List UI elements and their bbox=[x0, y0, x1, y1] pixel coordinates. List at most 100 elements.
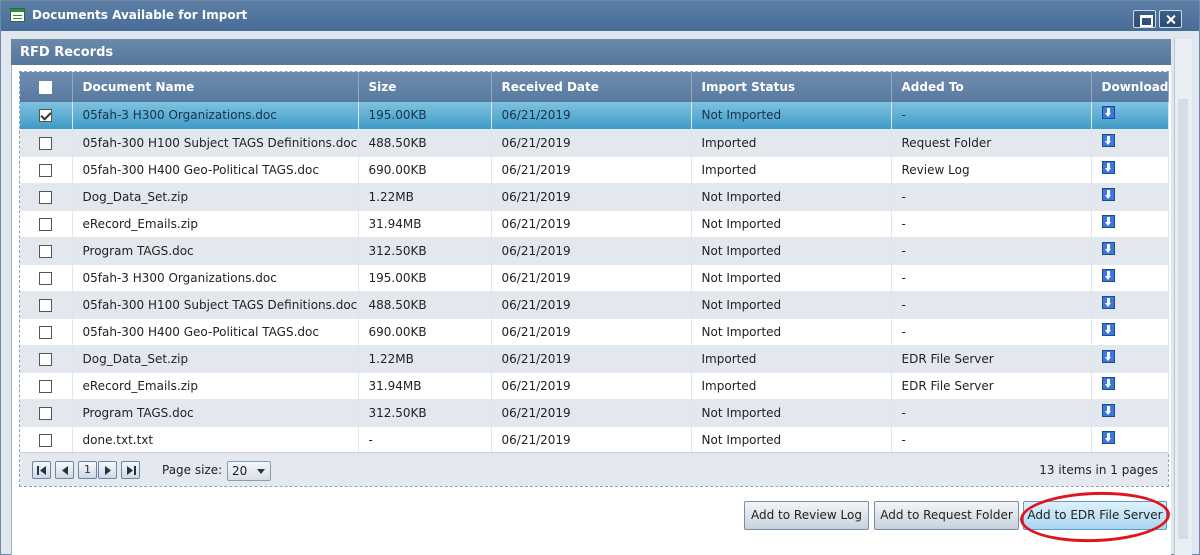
download-cell[interactable] bbox=[1091, 399, 1169, 427]
row-select-cell[interactable] bbox=[20, 399, 73, 427]
table-row[interactable]: Dog_Data_Set.zip 1.22MB 06/21/2019 Imported… bbox=[20, 345, 1169, 373]
row-checkbox[interactable] bbox=[39, 433, 53, 447]
add-to-request-folder-button[interactable]: Add to Request Folder bbox=[874, 501, 1019, 530]
cell-added-to: - bbox=[891, 426, 1092, 454]
row-checkbox[interactable] bbox=[39, 109, 53, 123]
cell-import-status: Imported bbox=[691, 345, 892, 373]
table-row[interactable]: 05fah-300 H100 Subject TAGS Definitions.… bbox=[20, 129, 1169, 157]
page-number-button[interactable]: 1 bbox=[78, 461, 97, 479]
download-cell[interactable] bbox=[1091, 426, 1169, 454]
row-checkbox[interactable] bbox=[39, 379, 53, 393]
table-row[interactable]: Dog_Data_Set.zip 1.22MB 06/21/2019 Not Impo… bbox=[20, 183, 1169, 211]
row-checkbox[interactable] bbox=[39, 325, 53, 339]
row-checkbox[interactable] bbox=[39, 190, 53, 204]
page-size-select[interactable]: 20 bbox=[227, 461, 271, 481]
download-icon[interactable] bbox=[1101, 295, 1115, 309]
row-select-cell[interactable] bbox=[20, 426, 73, 454]
download-icon[interactable] bbox=[1101, 376, 1115, 390]
cell-size: - bbox=[358, 426, 492, 454]
download-icon[interactable] bbox=[1101, 403, 1115, 417]
row-select-cell[interactable] bbox=[20, 264, 73, 292]
download-icon[interactable] bbox=[1101, 187, 1115, 201]
cell-import-status: Not Imported bbox=[691, 291, 892, 319]
column-header-document-name[interactable]: Document Name bbox=[72, 72, 359, 102]
download-icon[interactable] bbox=[1101, 160, 1115, 174]
download-cell[interactable] bbox=[1091, 345, 1169, 373]
download-icon[interactable] bbox=[1101, 214, 1115, 228]
cell-document-name: eRecord_Emails.zip bbox=[72, 372, 359, 400]
download-cell[interactable] bbox=[1091, 318, 1169, 346]
column-header-import-status[interactable]: Import Status bbox=[691, 72, 892, 102]
next-page-button[interactable] bbox=[98, 461, 117, 479]
first-page-button[interactable] bbox=[32, 461, 51, 479]
download-icon[interactable] bbox=[1101, 322, 1115, 336]
row-checkbox[interactable] bbox=[39, 136, 53, 150]
download-icon[interactable] bbox=[1101, 106, 1115, 120]
table-row[interactable]: 05fah-300 H400 Geo-Political TAGS.doc 690… bbox=[20, 318, 1169, 346]
download-cell[interactable] bbox=[1091, 237, 1169, 265]
row-checkbox[interactable] bbox=[39, 271, 53, 285]
download-cell[interactable] bbox=[1091, 183, 1169, 211]
download-cell[interactable] bbox=[1091, 210, 1169, 238]
cell-document-name: Program TAGS.doc bbox=[72, 237, 359, 265]
download-icon[interactable] bbox=[1101, 430, 1115, 444]
row-select-cell[interactable] bbox=[20, 210, 73, 238]
close-button[interactable] bbox=[1159, 10, 1182, 28]
table-row[interactable]: 05fah-3 H300 Organizations.doc 195.00KB 06… bbox=[20, 264, 1169, 292]
row-checkbox[interactable] bbox=[39, 244, 53, 258]
table-row[interactable]: 05fah-3 H300 Organizations.doc 195.00KB 06… bbox=[20, 102, 1169, 130]
row-select-cell[interactable] bbox=[20, 291, 73, 319]
select-all-checkbox[interactable] bbox=[39, 81, 53, 94]
cell-size: 312.50KB bbox=[358, 399, 492, 427]
download-icon[interactable] bbox=[1101, 268, 1115, 282]
download-cell[interactable] bbox=[1091, 102, 1169, 130]
row-select-cell[interactable] bbox=[20, 156, 73, 184]
column-header-added-to[interactable]: Added To bbox=[891, 72, 1092, 102]
row-checkbox[interactable] bbox=[39, 352, 53, 366]
table-row[interactable]: done.txt.txt -06/21/2019 Not Imported - bbox=[20, 426, 1169, 454]
download-cell[interactable] bbox=[1091, 129, 1169, 157]
previous-page-button[interactable] bbox=[55, 461, 74, 479]
scrollbar-thumb[interactable] bbox=[1178, 99, 1188, 539]
row-select-cell[interactable] bbox=[20, 237, 73, 265]
column-header-download: Download bbox=[1091, 72, 1169, 102]
download-cell[interactable] bbox=[1091, 372, 1169, 400]
download-icon[interactable] bbox=[1101, 349, 1115, 363]
add-to-review-log-button[interactable]: Add to Review Log bbox=[744, 501, 869, 530]
row-select-cell[interactable] bbox=[20, 372, 73, 400]
column-header-size[interactable]: Size bbox=[358, 72, 492, 102]
cell-import-status: Imported bbox=[691, 156, 892, 184]
row-select-cell[interactable] bbox=[20, 318, 73, 346]
column-header-received-date[interactable]: Received Date bbox=[491, 72, 692, 102]
cell-size: 1.22MB bbox=[358, 345, 492, 373]
documents-table: Document Name Size Received Date Import … bbox=[20, 72, 1169, 454]
table-row[interactable]: 05fah-300 H400 Geo-Political TAGS.doc 690… bbox=[20, 156, 1169, 184]
row-select-cell[interactable] bbox=[20, 102, 73, 130]
row-checkbox[interactable] bbox=[39, 217, 53, 231]
vertical-scrollbar[interactable] bbox=[1174, 39, 1192, 555]
table-row[interactable]: eRecord_Emails.zip 31.94MB 06/21/2019 Not I… bbox=[20, 210, 1169, 238]
download-cell[interactable] bbox=[1091, 156, 1169, 184]
table-row[interactable]: Program TAGS.doc 312.50KB 06/21/2019 Not Im… bbox=[20, 237, 1169, 265]
download-icon[interactable] bbox=[1101, 133, 1115, 147]
last-page-button[interactable] bbox=[121, 461, 140, 479]
table-row[interactable]: Program TAGS.doc 312.50KB 06/21/2019 Not Im… bbox=[20, 399, 1169, 427]
items-text: items in bbox=[1058, 463, 1107, 477]
row-checkbox[interactable] bbox=[39, 163, 53, 177]
download-icon[interactable] bbox=[1101, 241, 1115, 255]
download-cell[interactable] bbox=[1091, 264, 1169, 292]
cell-size: 31.94MB bbox=[358, 210, 492, 238]
row-checkbox[interactable] bbox=[39, 298, 53, 312]
window-title: Documents Available for Import bbox=[32, 8, 248, 22]
row-checkbox[interactable] bbox=[39, 406, 53, 420]
table-row[interactable]: 05fah-300 H100 Subject TAGS Definitions.… bbox=[20, 291, 1169, 319]
row-select-cell[interactable] bbox=[20, 183, 73, 211]
row-select-cell[interactable] bbox=[20, 345, 73, 373]
table-row[interactable]: eRecord_Emails.zip 31.94MB 06/21/2019 Impor… bbox=[20, 372, 1169, 400]
download-cell[interactable] bbox=[1091, 291, 1169, 319]
select-all-header[interactable] bbox=[20, 72, 73, 102]
document-list-icon bbox=[10, 8, 25, 22]
row-select-cell[interactable] bbox=[20, 129, 73, 157]
cell-import-status: Not Imported bbox=[691, 102, 892, 130]
maximize-button[interactable] bbox=[1133, 10, 1156, 28]
